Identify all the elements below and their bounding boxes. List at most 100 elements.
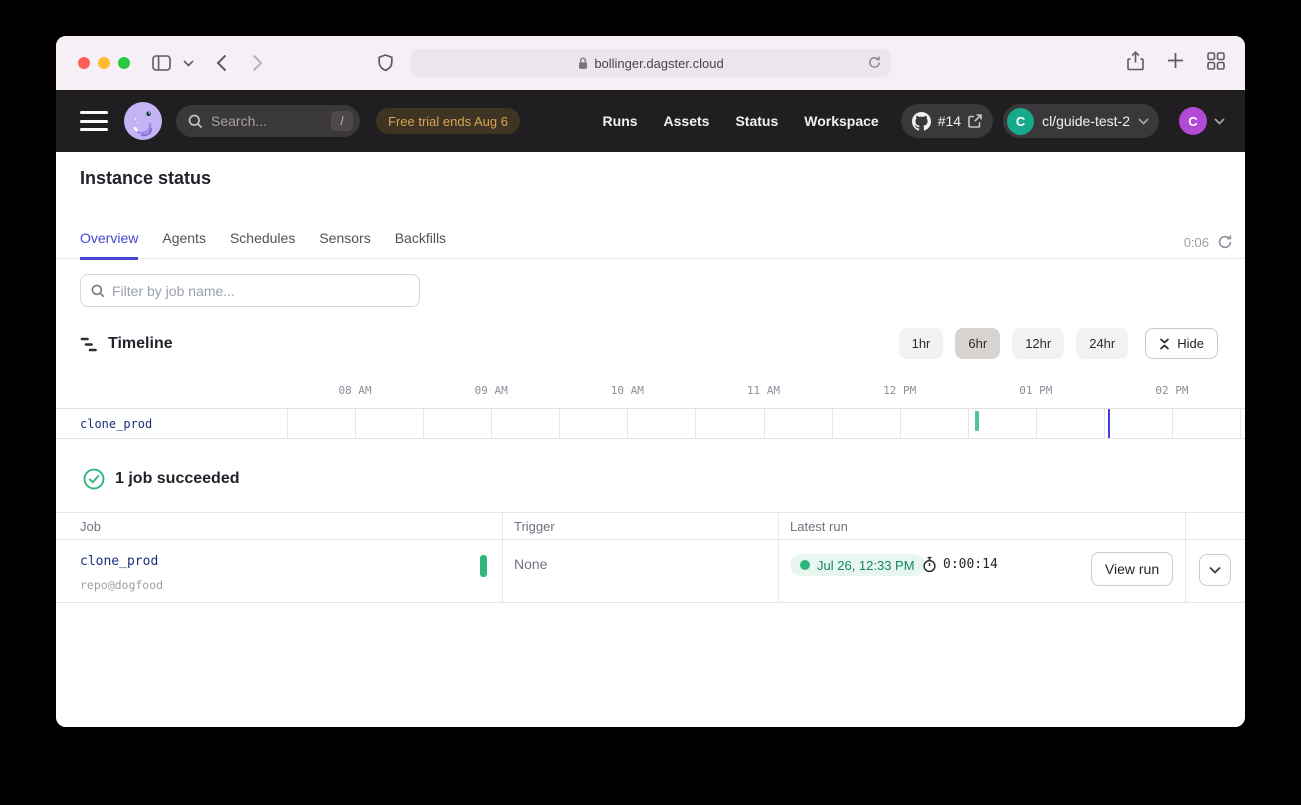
axis-tick-label: 09 AM (475, 384, 508, 397)
timeline-header: Timeline (80, 328, 173, 360)
refresh-countdown: 0:06 (1184, 234, 1233, 250)
now-marker-line (1108, 409, 1110, 438)
timeline-gridline (764, 409, 765, 438)
url-text: bollinger.dagster.cloud (594, 56, 723, 71)
range-button-6hr[interactable]: 6hr (955, 328, 1000, 359)
countdown-value: 0:06 (1184, 235, 1209, 250)
user-avatar: C (1179, 107, 1207, 135)
nav-link-assets[interactable]: Assets (664, 113, 710, 129)
timeline-gridline (423, 409, 424, 438)
timeline-gridline (355, 409, 356, 438)
hide-timeline-button[interactable]: Hide (1145, 328, 1218, 359)
sidebar-toggle-icon[interactable] (152, 36, 171, 90)
tab-backfills[interactable]: Backfills (395, 230, 446, 260)
deployment-name: cl/guide-test-2 (1042, 113, 1130, 129)
axis-tick-label: 12 PM (883, 384, 916, 397)
duration-value: 0:00:14 (943, 557, 998, 572)
latest-run-badge[interactable]: Jul 26, 12:33 PM (790, 554, 925, 576)
reload-icon[interactable] (867, 55, 882, 73)
address-bar[interactable]: bollinger.dagster.cloud (411, 49, 891, 77)
range-button-1hr[interactable]: 1hr (899, 328, 944, 359)
job-filter-input[interactable] (112, 283, 409, 299)
run-timestamp: Jul 26, 12:33 PM (817, 558, 915, 573)
nav-links: Runs Assets Status Workspace (603, 113, 879, 129)
stopwatch-icon (922, 556, 937, 573)
tabs-bar: OverviewAgentsSchedulesSensorsBackfills … (56, 216, 1245, 259)
tab-overview[interactable]: Overview (80, 230, 138, 260)
instance-status-page: Instance status OverviewAgentsSchedulesS… (56, 152, 1245, 727)
column-header-latest-run: Latest run (790, 513, 848, 539)
timeline-row-label[interactable]: clone_prod (80, 409, 152, 438)
timeline-gridline (1240, 409, 1241, 438)
tab-agents[interactable]: Agents (162, 230, 206, 260)
browser-toolbar: bollinger.dagster.cloud (56, 36, 1245, 90)
timeline-gridline (559, 409, 560, 438)
row-menu-button[interactable] (1199, 554, 1231, 586)
job-status-bar[interactable] (480, 555, 487, 577)
timeline-gridline (627, 409, 628, 438)
jobs-summary: 1 job succeeded (83, 468, 240, 490)
timeline-gridline (968, 409, 969, 438)
nav-link-status[interactable]: Status (735, 113, 778, 129)
sidebar-chevron-icon[interactable] (183, 36, 194, 90)
search-shortcut-key: / (331, 111, 353, 131)
deployment-avatar: C (1007, 108, 1034, 135)
forward-button[interactable] (252, 36, 263, 90)
refresh-icon[interactable] (1217, 234, 1233, 250)
tab-schedules[interactable]: Schedules (230, 230, 295, 260)
axis-tick-label: 10 AM (611, 384, 644, 397)
job-filter (80, 274, 420, 307)
github-version-pill[interactable]: #14 (901, 104, 993, 138)
column-divider (502, 512, 503, 603)
timeline-title: Timeline (108, 335, 173, 353)
axis-tick-label: 01 PM (1019, 384, 1052, 397)
range-button-12hr[interactable]: 12hr (1012, 328, 1064, 359)
trial-badge[interactable]: Free trial ends Aug 6 (376, 108, 520, 134)
lock-icon (578, 57, 588, 70)
global-search-input[interactable]: Search... / (176, 105, 360, 137)
job-link[interactable]: clone_prod (80, 554, 158, 569)
summary-text: 1 job succeeded (115, 470, 240, 488)
timeline-gridline (491, 409, 492, 438)
timeline-gridline (695, 409, 696, 438)
timeline-grid (287, 409, 1240, 438)
nav-link-runs[interactable]: Runs (603, 113, 638, 129)
privacy-shield-icon[interactable] (378, 36, 393, 90)
search-icon (188, 114, 203, 129)
timeline-gridline (1172, 409, 1173, 438)
github-icon (912, 112, 931, 131)
zoom-window-button[interactable] (118, 57, 130, 69)
dagster-logo[interactable] (124, 102, 162, 140)
timeline-gridline (900, 409, 901, 438)
jobs-table: Job Trigger Latest run clone_prod repo@d… (56, 512, 1245, 603)
close-window-button[interactable] (78, 57, 90, 69)
timeline-axis: 08 AM09 AM10 AM11 AM12 PM01 PM02 PM (287, 384, 1240, 398)
nav-link-workspace[interactable]: Workspace (804, 113, 878, 129)
timeline-gridline (832, 409, 833, 438)
version-number: #14 (938, 113, 961, 129)
tab-sensors[interactable]: Sensors (319, 230, 370, 260)
run-marker-tick[interactable] (975, 411, 979, 431)
deployment-switcher[interactable]: C cl/guide-test-2 (1003, 104, 1159, 138)
run-duration: 0:00:14 (922, 556, 998, 573)
axis-tick-label: 02 PM (1155, 384, 1188, 397)
timeline-band: clone_prod (56, 408, 1245, 439)
user-menu[interactable]: C (1179, 107, 1225, 135)
new-tab-icon[interactable] (1167, 52, 1184, 74)
column-divider (778, 512, 779, 603)
menu-icon[interactable] (80, 111, 108, 131)
timeline-controls: 1hr 6hr 12hr 24hr Hide (899, 328, 1218, 359)
timeline-gridline (1036, 409, 1037, 438)
tab-overview-icon[interactable] (1207, 52, 1225, 75)
job-location: repo@dogfood (80, 578, 163, 592)
share-icon[interactable] (1127, 51, 1144, 76)
column-header-job: Job (80, 513, 101, 539)
back-button[interactable] (216, 36, 227, 90)
view-run-button[interactable]: View run (1091, 552, 1173, 586)
timeline-gridline (287, 409, 288, 438)
minimize-window-button[interactable] (98, 57, 110, 69)
range-button-24hr[interactable]: 24hr (1076, 328, 1128, 359)
column-header-trigger: Trigger (514, 513, 555, 539)
app-top-nav: Search... / Free trial ends Aug 6 Runs As… (56, 90, 1245, 152)
axis-tick-label: 08 AM (339, 384, 372, 397)
